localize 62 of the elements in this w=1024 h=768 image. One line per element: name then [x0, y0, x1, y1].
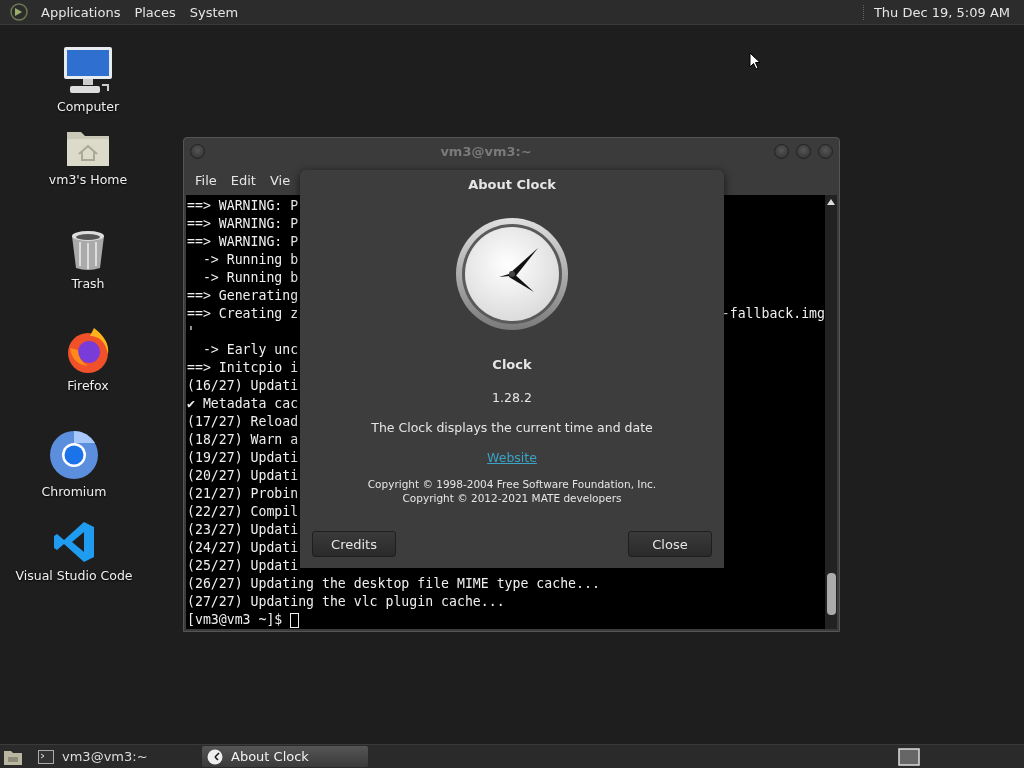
window-title: vm3@vm3:~	[439, 144, 533, 159]
terminal-line: ✔ Metadata cac	[187, 395, 299, 413]
clock-logo-icon	[455, 217, 569, 331]
terminal-line: (20/27) Updati	[187, 467, 299, 485]
scrollbar-thumb[interactable]	[826, 573, 836, 615]
terminal-line: ==> WARNING: P	[187, 215, 299, 233]
website-link[interactable]: Website	[487, 450, 537, 465]
menu-item[interactable]: Edit	[223, 172, 263, 188]
terminal-line: (17/27) Reload	[187, 413, 299, 431]
app-description: The Clock displays the current time and date	[371, 420, 653, 435]
terminal-icon	[38, 749, 54, 764]
desktop-icon-label[interactable]: Trash	[71, 276, 105, 291]
dialog-title: About Clock	[468, 175, 556, 194]
terminal-line: (24/27) Updati	[187, 539, 299, 557]
terminal-line: (27/27) Updating the vlc plugin cache...	[187, 593, 505, 611]
terminal-line: (25/27) Updati	[187, 557, 299, 575]
credits-button[interactable]: Credits	[312, 531, 396, 557]
computer-icon	[62, 45, 114, 95]
copyright-text: Copyright © 1998-2004 Free Software Foundation, Inc.	[367, 477, 657, 491]
terminal-line: -> Early unc	[201, 341, 299, 359]
terminal-line: (23/27) Updati	[187, 521, 299, 539]
desktop-icon-label[interactable]: vm3's Home	[48, 172, 128, 187]
scrollbar[interactable]	[825, 195, 837, 629]
panel-clock[interactable]: Thu Dec 19, 5:09 AM	[862, 4, 1024, 20]
terminal-line: (18/27) Warn a	[187, 431, 299, 449]
scroll-up-icon[interactable]	[827, 199, 835, 205]
mouse-pointer-icon	[749, 52, 761, 70]
app-name: Clock	[492, 357, 532, 372]
terminal-line: ==> WARNING: P	[187, 197, 299, 215]
terminal-prompt: [vm3@vm3 ~]$	[187, 611, 283, 629]
desktop-icon-label[interactable]: Visual Studio Code	[15, 568, 133, 583]
chromium-icon	[49, 430, 99, 480]
menu-item[interactable]: File	[188, 172, 224, 188]
desktop-icon-label[interactable]: Firefox	[67, 378, 109, 393]
panel-menu[interactable]: Applications	[34, 4, 128, 20]
terminal-line: '	[187, 323, 195, 341]
terminal-line: ==> Creating z	[187, 305, 299, 323]
vscode-icon	[52, 520, 96, 564]
terminal-line: -fallback.img	[721, 305, 825, 323]
taskbar-button[interactable]: About Clock	[202, 746, 368, 767]
text-cursor	[290, 613, 300, 628]
terminal-line: ==> WARNING: P	[187, 233, 299, 251]
terminal-line: (22/27) Compil	[187, 503, 299, 521]
desktop-icon-label[interactable]: Computer	[56, 99, 120, 114]
terminal-line: (19/27) Updati	[187, 449, 299, 467]
mate-logo-icon[interactable]	[10, 3, 28, 21]
terminal-line: (16/27) Updati	[187, 377, 299, 395]
terminal-line: ==> Initcpio i	[187, 359, 299, 377]
panel-menu[interactable]: Places	[127, 4, 183, 20]
terminal-line: -> Running b	[201, 251, 299, 269]
copyright-text: Copyright © 2012-2021 MATE developers	[402, 491, 622, 505]
terminal-line: ==> Generating	[187, 287, 299, 305]
menu-item[interactable]: Vie	[262, 172, 298, 188]
panel-menu[interactable]: System	[182, 4, 246, 20]
terminal-line: -> Running b	[201, 269, 299, 287]
terminal-line: (26/27) Updating the desktop file MIME type cache...	[187, 575, 600, 593]
close-button[interactable]: Close	[628, 531, 712, 557]
terminal-line: (21/27) Probin	[187, 485, 299, 503]
clock-icon	[207, 748, 223, 765]
workspace-switcher-icon[interactable]	[898, 747, 920, 766]
app-version: 1.28.2	[492, 390, 532, 405]
desktop-icon-label[interactable]: Chromium	[41, 484, 107, 499]
